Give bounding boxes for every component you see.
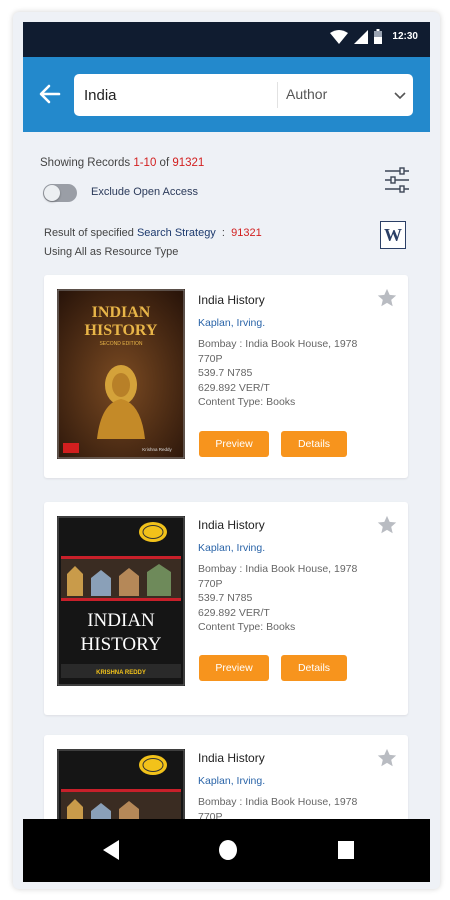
app-bar: Author [23,57,430,132]
record-class1: 539.7 N785 [198,367,253,379]
status-bar: 12:30 [23,22,430,57]
results-range: 1-10 [133,157,157,169]
strategy-sep: : [215,227,232,239]
record-pages: 770P [198,577,223,590]
strategy-prefix: Result of specified [44,227,137,239]
back-button[interactable] [35,79,65,109]
strategy-label: Search Strategy [136,227,216,239]
chevron-down-icon [394,92,406,100]
record-title[interactable]: India History [198,293,357,308]
square-recents-icon[interactable] [337,839,355,861]
system-nav-bar [23,819,430,882]
resource-type-line: Using All as Resource Type [44,246,179,258]
record-class2: 629.892 VER/T [198,381,270,394]
status-icons: 12:30 [330,29,418,44]
device-frame: 12:30 Author Showing Records 1-10 of 913… [13,12,440,889]
star-icon[interactable] [376,287,398,309]
record-title[interactable]: India History [198,751,357,766]
search-input[interactable] [84,84,264,106]
svg-text:INDIAN: INDIAN [92,304,151,321]
record-content-type: Content Type: Books [198,396,296,408]
record-author[interactable]: Kaplan, Irving. [198,316,357,331]
svg-text:HISTORY: HISTORY [85,322,158,339]
star-icon[interactable] [376,747,398,769]
exclude-open-access-label: Exclude Open Access [91,186,199,198]
record-author[interactable]: Kaplan, Irving. [198,541,357,556]
record-card[interactable]: INDIAN HISTORY KRISHNA REDDY India Histo… [44,502,408,715]
record-class1: 539.7 N785 [198,592,253,604]
results-prefix: Showing Records [40,157,134,169]
strategy-line: Result of specified Search Strategy : 91… [44,224,262,243]
search-field-select[interactable]: Author [286,74,413,116]
toggle-knob [44,185,60,201]
strategy-count: 91321 [231,227,262,239]
circle-home-icon[interactable] [218,839,238,861]
exclude-open-access-toggle[interactable] [43,184,77,202]
record-content-type: Content Type: Books [198,621,296,633]
triangle-back-icon[interactable] [101,839,121,861]
record-publisher: Bombay : India Book House, 1978 [198,338,358,350]
svg-text:Krishna Reddy: Krishna Reddy [142,447,172,452]
book-cover-image: INDIAN HISTORY KRISHNA REDDY [57,516,185,686]
signal-icon [354,29,369,44]
book-cover-image: INDIAN HISTORY SECOND EDITION Krishna Re… [57,289,185,459]
record-pages: 770P [198,352,223,365]
details-button[interactable]: Details [281,655,347,681]
record-info: India History Kaplan, Irving. Bombay : I… [198,751,357,824]
results-total: 91321 [172,157,205,169]
record-info: India History Kaplan, Irving. Bombay : I… [198,293,357,410]
svg-text:HISTORY: HISTORY [81,634,162,655]
record-class2: 629.892 VER/T [198,606,270,619]
wikipedia-button[interactable]: W [380,221,406,249]
svg-text:INDIAN: INDIAN [87,610,155,631]
search-box: Author [74,74,413,116]
search-divider [277,82,278,108]
svg-text:SECOND EDITION: SECOND EDITION [99,341,142,347]
record-publisher: Bombay : India Book House, 1978 [198,563,358,575]
sliders-icon [385,167,409,193]
preview-button[interactable]: Preview [199,655,269,681]
record-title[interactable]: India History [198,518,357,533]
preview-button[interactable]: Preview [199,431,269,457]
battery-icon [374,29,383,44]
record-publisher: Bombay : India Book House, 1978 [198,796,358,808]
search-field-label: Author [286,86,328,102]
record-info: India History Kaplan, Irving. Bombay : I… [198,518,357,635]
wifi-icon [330,29,349,44]
filter-button[interactable] [383,165,411,195]
screen: 12:30 Author Showing Records 1-10 of 913… [23,22,430,882]
record-card[interactable]: INDIAN HISTORY SECOND EDITION Krishna Re… [44,275,408,478]
details-button[interactable]: Details [281,431,347,457]
svg-text:KRISHNA REDDY: KRISHNA REDDY [96,670,146,676]
status-time: 12:30 [392,31,418,42]
results-of: of [156,157,173,169]
results-count: Showing Records 1-10 of 91321 [40,157,204,169]
arrow-left-icon [39,84,61,104]
record-author[interactable]: Kaplan, Irving. [198,774,357,789]
star-icon[interactable] [376,514,398,536]
search-strategy: Result of specified Search Strategy : 91… [44,224,262,262]
